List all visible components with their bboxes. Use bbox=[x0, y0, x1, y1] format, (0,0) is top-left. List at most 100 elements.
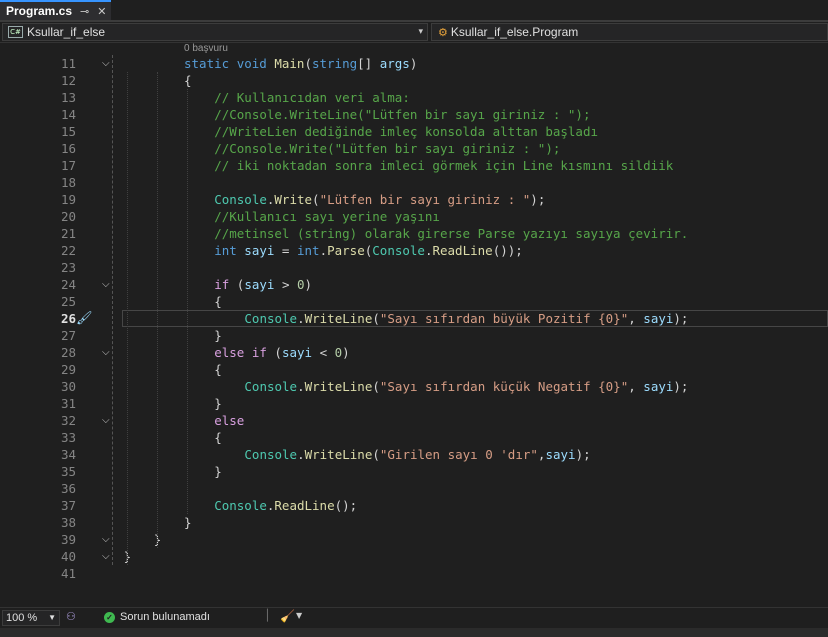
line-number: 20 bbox=[60, 209, 76, 224]
code-line[interactable]: 28 ⌵ else if (sayi < 0) bbox=[0, 344, 828, 361]
fold-chevron-icon[interactable]: ⌵ bbox=[102, 344, 110, 361]
code-line[interactable]: 22 int sayi = int.Parse(Console.ReadLine(… bbox=[0, 242, 828, 259]
indent-guide bbox=[157, 72, 158, 548]
code-text: int sayi = int.Parse(Console.ReadLine())… bbox=[214, 243, 523, 258]
navigation-bar: C# Ksullar_if_else ▾ ⚙ Ksullar_if_else.P… bbox=[0, 22, 828, 43]
scope-dropdown[interactable]: ⚙ Ksullar_if_else.Program bbox=[431, 23, 828, 41]
line-number: 36 bbox=[60, 481, 76, 496]
check-icon: ✓ bbox=[104, 611, 115, 623]
code-line[interactable]: 24 ⌵ if (sayi > 0) bbox=[0, 276, 828, 293]
code-line[interactable]: 32 ⌵ else bbox=[0, 412, 828, 429]
divider: │ bbox=[264, 609, 271, 622]
code-line[interactable]: 18 bbox=[0, 174, 828, 191]
code-line[interactable]: 12 { bbox=[0, 72, 828, 89]
indent-guide bbox=[127, 72, 128, 565]
bottom-panel-edge bbox=[0, 628, 828, 637]
code-text: else bbox=[214, 413, 245, 428]
code-line[interactable]: 29 { bbox=[0, 361, 828, 378]
fold-chevron-icon[interactable]: ⌵ bbox=[102, 531, 110, 548]
editor-status-bar: 100 % ▼ ⚇ ✓ Sorun bulunamadı │ 🧹 ▼ bbox=[0, 607, 828, 628]
code-text: Console.Write("Lütfen bir sayı giriniz :… bbox=[214, 192, 546, 207]
project-name: Ksullar_if_else bbox=[27, 25, 106, 39]
code-text: Console.WriteLine("Girilen sayı 0 'dır",… bbox=[244, 447, 591, 462]
chevron-down-icon[interactable]: ▼ bbox=[296, 611, 302, 620]
code-line[interactable]: 37 Console.ReadLine(); bbox=[0, 497, 828, 514]
code-text: } bbox=[214, 396, 222, 411]
line-number: 41 bbox=[60, 566, 76, 581]
code-line[interactable]: 16 //Console.Write("Lütfen bir sayı girin… bbox=[0, 140, 828, 157]
tab-bar: Program.cs ⊸ ✕ bbox=[0, 0, 828, 22]
scope-name: Ksullar_if_else.Program bbox=[450, 25, 579, 39]
code-line[interactable]: 39 ⌵} bbox=[0, 531, 828, 548]
code-line[interactable]: 13 // Kullanıcıdan veri alma: bbox=[0, 89, 828, 106]
line-number: 35 bbox=[60, 464, 76, 479]
line-number: 22 bbox=[60, 243, 76, 258]
code-line[interactable]: 17 // iki noktadan sonra imleci görmek iç… bbox=[0, 157, 828, 174]
fold-chevron-icon[interactable]: ⌵ bbox=[102, 55, 110, 72]
line-number: 11 bbox=[60, 56, 76, 71]
chevron-down-icon[interactable]: ▾ bbox=[418, 26, 423, 37]
code-line[interactable]: 23 bbox=[0, 259, 828, 276]
fold-chevron-icon[interactable]: ⌵ bbox=[102, 276, 110, 293]
code-cleanup-brush-icon[interactable]: 🧹 bbox=[280, 609, 295, 623]
code-line[interactable]: 15 //WriteLien dediğinde imleç konsolda a… bbox=[0, 123, 828, 140]
line-number: 26 bbox=[60, 311, 76, 326]
code-line[interactable]: 20 //Kullanıcı sayı yerine yaşını bbox=[0, 208, 828, 225]
code-line[interactable]: 40 ⌵} bbox=[0, 548, 828, 565]
tab-program-cs[interactable]: Program.cs ⊸ ✕ bbox=[0, 0, 111, 20]
close-icon[interactable]: ✕ bbox=[97, 5, 106, 18]
code-text: //Kullanıcı sayı yerine yaşını bbox=[214, 209, 440, 224]
code-text: { bbox=[214, 362, 222, 377]
code-line[interactable]: 38} bbox=[0, 514, 828, 531]
line-number: 33 bbox=[60, 430, 76, 445]
line-number: 30 bbox=[60, 379, 76, 394]
line-number: 12 bbox=[60, 73, 76, 88]
code-line[interactable]: 41 bbox=[0, 565, 828, 582]
line-number: 40 bbox=[60, 549, 76, 564]
zoom-dropdown[interactable]: 100 % ▼ bbox=[2, 610, 60, 626]
copilot-icon[interactable]: ⚇ bbox=[66, 610, 76, 623]
line-number: 23 bbox=[60, 260, 76, 275]
fold-chevron-icon[interactable]: ⌵ bbox=[102, 548, 110, 565]
code-line[interactable]: 35} bbox=[0, 463, 828, 480]
code-text: { bbox=[214, 294, 222, 309]
line-number: 19 bbox=[60, 192, 76, 207]
code-line[interactable]: 26 Console.WriteLine("Sayı sıfırdan büyük… bbox=[0, 310, 828, 327]
tab-title: Program.cs bbox=[6, 4, 73, 18]
code-text: //WriteLien dediğinde imleç konsolda alt… bbox=[214, 124, 598, 139]
code-text: Console.WriteLine("Sayı sıfırdan küçük N… bbox=[244, 379, 689, 394]
code-text: else if (sayi < 0) bbox=[214, 345, 350, 360]
fold-chevron-icon[interactable]: ⌵ bbox=[102, 412, 110, 429]
code-text: } bbox=[184, 515, 192, 530]
code-line[interactable]: 33 { bbox=[0, 429, 828, 446]
zoom-value: 100 % bbox=[6, 612, 38, 624]
code-text: static void Main(string[] args) bbox=[184, 56, 418, 71]
pin-icon[interactable]: ⊸ bbox=[80, 5, 89, 18]
line-number: 18 bbox=[60, 175, 76, 190]
code-line[interactable]: 31} bbox=[0, 395, 828, 412]
code-text: { bbox=[214, 430, 222, 445]
class-icon: ⚙ bbox=[438, 25, 448, 39]
code-text: } bbox=[214, 464, 222, 479]
issues-status[interactable]: ✓ Sorun bulunamadı bbox=[104, 611, 210, 623]
code-line[interactable]: 30 Console.WriteLine("Sayı sıfırdan küçük… bbox=[0, 378, 828, 395]
code-text: } bbox=[214, 328, 222, 343]
code-line[interactable]: 36 bbox=[0, 480, 828, 497]
line-number: 16 bbox=[60, 141, 76, 156]
code-line[interactable]: 14 //Console.WriteLine("Lütfen bir sayı g… bbox=[0, 106, 828, 123]
code-line[interactable]: 27} bbox=[0, 327, 828, 344]
issues-message: Sorun bulunamadı bbox=[120, 611, 210, 623]
line-number: 25 bbox=[60, 294, 76, 309]
code-line[interactable]: 21 //metinsel (string) olarak girerse Par… bbox=[0, 225, 828, 242]
code-line[interactable]: 19 Console.Write("Lütfen bir sayı giriniz… bbox=[0, 191, 828, 208]
code-line[interactable]: 11 ⌵ static void Main(string[] args) bbox=[0, 55, 828, 72]
code-line[interactable]: 25 { bbox=[0, 293, 828, 310]
project-dropdown[interactable]: C# Ksullar_if_else ▾ bbox=[2, 23, 428, 41]
indent-guide bbox=[187, 89, 188, 514]
code-editor[interactable]: 0 başvuru 🖌 11 ⌵ static void Main(string[]… bbox=[0, 43, 828, 605]
code-line[interactable]: 34 Console.WriteLine("Girilen sayı 0 'dır… bbox=[0, 446, 828, 463]
codelens-references[interactable]: 0 başvuru bbox=[184, 43, 228, 54]
line-number: 21 bbox=[60, 226, 76, 241]
code-text: //Console.WriteLine("Lütfen bir sayı gir… bbox=[214, 107, 591, 122]
line-number: 27 bbox=[60, 328, 76, 343]
